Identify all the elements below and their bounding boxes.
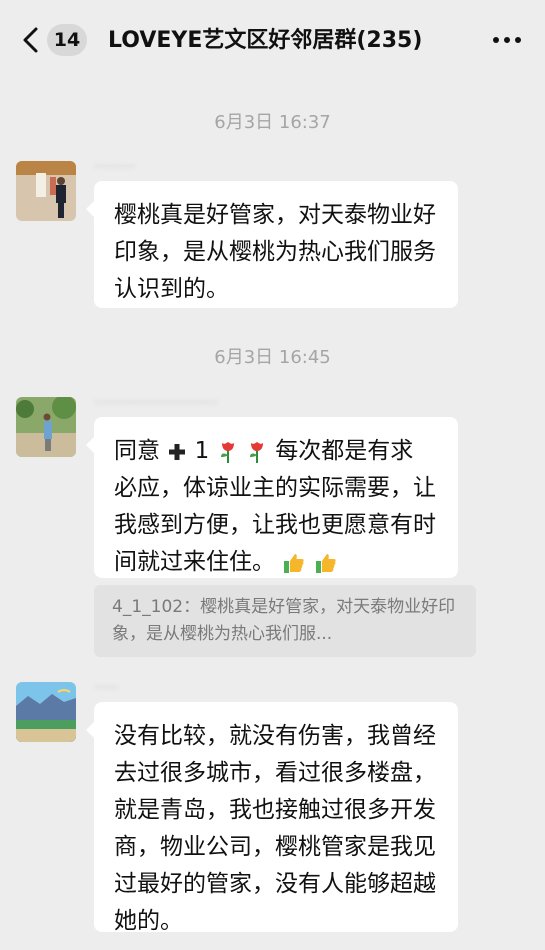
sender-name: ......	[94, 677, 119, 692]
chat-title: LOVEYE艺文区好邻居群(235)	[108, 28, 423, 53]
thumbs-up-emoji-icon	[315, 553, 336, 573]
message-text: 每次都是有求必应，体谅业主的实际需要，让我感到方便，让我也更愿意有时间就过来住住…	[114, 438, 436, 575]
sender-name: ..............................	[94, 392, 218, 407]
avatar[interactable]	[16, 397, 76, 457]
chat-header: 14 LOVEYE艺文区好邻居群(235)	[0, 0, 545, 78]
thumbs-up-emoji-icon	[284, 553, 304, 573]
sender-name: ..........	[94, 156, 136, 171]
unread-count-badge[interactable]: 14	[47, 24, 87, 56]
more-dots-icon[interactable]	[490, 30, 524, 50]
rose-emoji-icon	[220, 441, 234, 463]
message-timestamp: 6月3日 16:37	[214, 112, 331, 133]
message-text: 同意	[114, 438, 160, 464]
message-bubble[interactable]: 没有比较，就没有伤害，我曾经去过很多城市，看过很多楼盘，就是青岛，我也接触过很多…	[86, 702, 458, 934]
message-text: 1	[194, 438, 210, 464]
avatar[interactable]	[16, 161, 76, 221]
message-text: 没有比较，就没有伤害，我曾经去过很多城市，看过很多楼盘，就是青岛，我也接触过很多…	[114, 723, 436, 934]
chevron-left-icon[interactable]	[18, 24, 46, 56]
avatar[interactable]	[16, 682, 76, 742]
rose-emoji-icon	[249, 441, 263, 463]
message-timestamp: 6月3日 16:45	[214, 347, 331, 368]
message-bubble[interactable]: 同意 1 每次都是有求必应，体谅业主的实际需要，让我感到方便，让我也更愿意有时间…	[86, 417, 458, 578]
message-bubble[interactable]: 樱桃真是好管家，对天泰物业好印象，是从樱桃为热心我们服务认识到的。	[86, 181, 458, 308]
quoted-message[interactable]: 4_1_102：樱桃真是好管家，对天泰物业好印象，是从樱桃为热心我们服...	[94, 585, 476, 657]
plus-emoji-icon	[169, 443, 186, 460]
message-text: 樱桃真是好管家，对天泰物业好印象，是从樱桃为热心我们服务认识到的。	[114, 202, 436, 302]
